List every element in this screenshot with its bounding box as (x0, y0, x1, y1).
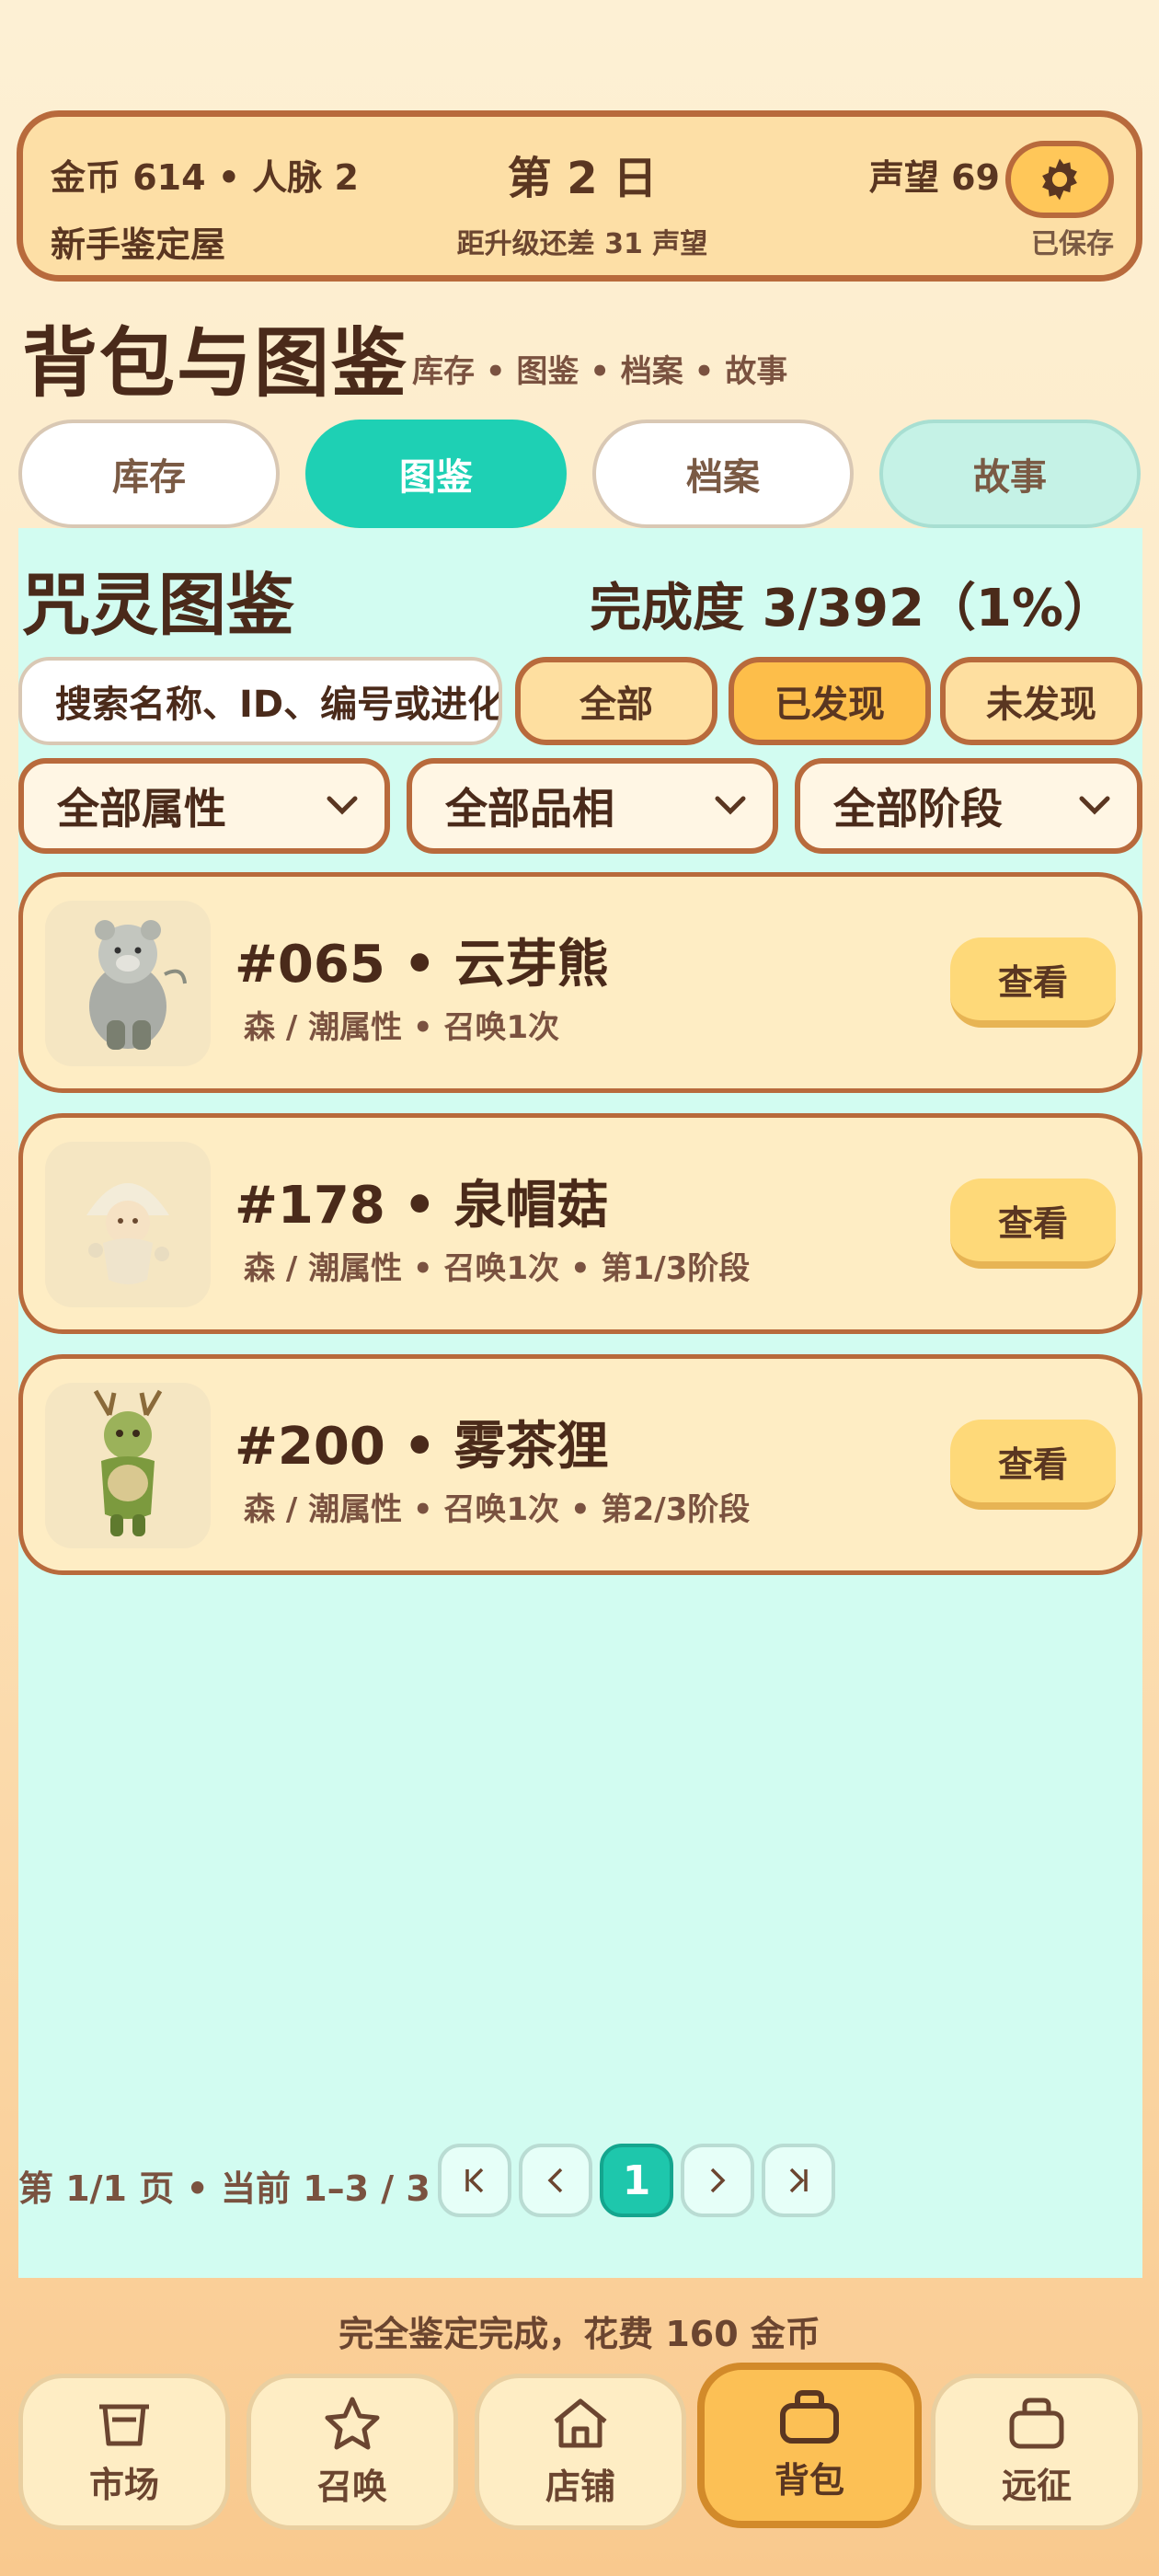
gear-icon (1042, 158, 1077, 201)
tab-story[interactable]: 故事 (879, 420, 1141, 528)
entry-meta: 森 / 潮属性 • 召唤1次 • 第1/3阶段 (244, 1250, 751, 1287)
attribute-select[interactable]: 全部属性 (18, 758, 390, 854)
reputation-readout: 声望 69 (868, 156, 1000, 198)
creature-thumbnail-mushroom (45, 1142, 211, 1307)
status-toast: 完全鉴定完成，花费 160 金币 (339, 2314, 820, 2354)
top-status-card: 金币 614 • 人脉 2 第 2 日 声望 69 新手鉴定屋 距升级还差 31… (17, 110, 1142, 282)
bottom-nav: 市场 召唤 店铺 背包 远征 (18, 2363, 1142, 2530)
codex-entry-card: #200 • 雾茶狸 森 / 潮属性 • 召唤1次 • 第2/3阶段 查看 (18, 1354, 1142, 1575)
filter-undiscovered-button[interactable]: 未发现 (940, 657, 1142, 745)
house-icon (554, 2398, 607, 2447)
first-page-icon (465, 2168, 484, 2193)
prev-page-button[interactable] (519, 2144, 592, 2217)
entry-meta: 森 / 潮属性 • 召唤1次 • 第2/3阶段 (244, 1491, 751, 1528)
save-status: 已保存 (1031, 228, 1114, 260)
basket-icon (99, 2404, 149, 2445)
view-button[interactable]: 查看 (950, 1420, 1116, 1510)
entry-name: #200 • 雾茶狸 (235, 1417, 609, 1477)
entry-meta: 森 / 潮属性 • 召唤1次 (244, 1009, 560, 1046)
tab-inventory[interactable]: 库存 (18, 420, 280, 528)
nav-backpack[interactable]: 背包 (697, 2363, 922, 2528)
status-bar-area (0, 0, 1159, 109)
page-title: 背包与图鉴 (22, 320, 409, 408)
last-page-icon (789, 2168, 808, 2193)
creature-thumbnail-bear (45, 901, 211, 1066)
attribute-select-label: 全部属性 (57, 784, 226, 834)
nav-expedition[interactable]: 远征 (931, 2374, 1142, 2530)
settings-button[interactable] (1005, 141, 1114, 218)
creature-thumbnail-raccoon (45, 1383, 211, 1548)
codex-entry-card: #178 • 泉帽菇 森 / 潮属性 • 召唤1次 • 第1/3阶段 查看 (18, 1113, 1142, 1334)
codex-entry-card: #065 • 云芽熊 森 / 潮属性 • 召唤1次 查看 (18, 872, 1142, 1093)
view-button[interactable]: 查看 (950, 937, 1116, 1028)
tab-codex[interactable]: 图鉴 (305, 420, 567, 528)
nav-label: 召唤 (316, 2466, 387, 2507)
chevron-down-icon (715, 796, 746, 815)
current-page-button[interactable]: 1 (600, 2144, 673, 2217)
pagination: 第 1/1 页 • 当前 1–3 / 3 1 (18, 2144, 1142, 2217)
nav-summon[interactable]: 召唤 (247, 2374, 458, 2530)
section-tabs: 库存 图鉴 档案 故事 (18, 420, 1142, 528)
chevron-down-icon (1079, 796, 1110, 815)
nav-label: 店铺 (545, 2466, 615, 2507)
nav-label: 远征 (1001, 2465, 1072, 2506)
nav-label: 市场 (88, 2464, 159, 2505)
first-page-button[interactable] (438, 2144, 511, 2217)
nav-shop[interactable]: 店铺 (475, 2374, 686, 2530)
quality-select-label: 全部品相 (445, 784, 614, 834)
chevron-left-icon (547, 2168, 563, 2193)
filter-discovered-button[interactable]: 已发现 (729, 657, 931, 745)
bag-icon (780, 2389, 839, 2444)
completion-readout: 完成度 3/392（1%） (590, 579, 1115, 638)
last-page-button[interactable] (762, 2144, 835, 2217)
chevron-right-icon (710, 2168, 726, 2193)
codex-title: 咒灵图鉴 (22, 566, 294, 645)
page-info: 第 1/1 页 • 当前 1–3 / 3 (18, 2168, 430, 2209)
stage-select-label: 全部阶段 (833, 784, 1003, 834)
tab-archive[interactable]: 档案 (592, 420, 854, 528)
view-button[interactable]: 查看 (950, 1179, 1116, 1269)
codex-panel: 咒灵图鉴 完成度 3/392（1%） 搜索名称、ID、编号或进化 全部 已发现 … (18, 528, 1142, 2278)
upgrade-hint: 距升级还差 31 声望 (456, 228, 708, 260)
entry-name: #178 • 泉帽菇 (235, 1176, 609, 1236)
page-subtitle: 库存 • 图鉴 • 档案 • 故事 (412, 353, 788, 390)
quality-select[interactable]: 全部品相 (407, 758, 778, 854)
money-network-readout: 金币 614 • 人脉 2 (51, 156, 359, 198)
bag-icon (1009, 2398, 1064, 2448)
filter-all-button[interactable]: 全部 (515, 657, 717, 745)
search-input[interactable]: 搜索名称、ID、编号或进化 (18, 657, 502, 745)
next-page-button[interactable] (681, 2144, 754, 2217)
entry-name: #065 • 云芽熊 (235, 935, 609, 995)
star-icon (325, 2397, 380, 2449)
chevron-down-icon (327, 796, 358, 815)
nav-market[interactable]: 市场 (18, 2374, 230, 2530)
stage-select[interactable]: 全部阶段 (795, 758, 1142, 854)
nav-label: 背包 (774, 2459, 844, 2501)
